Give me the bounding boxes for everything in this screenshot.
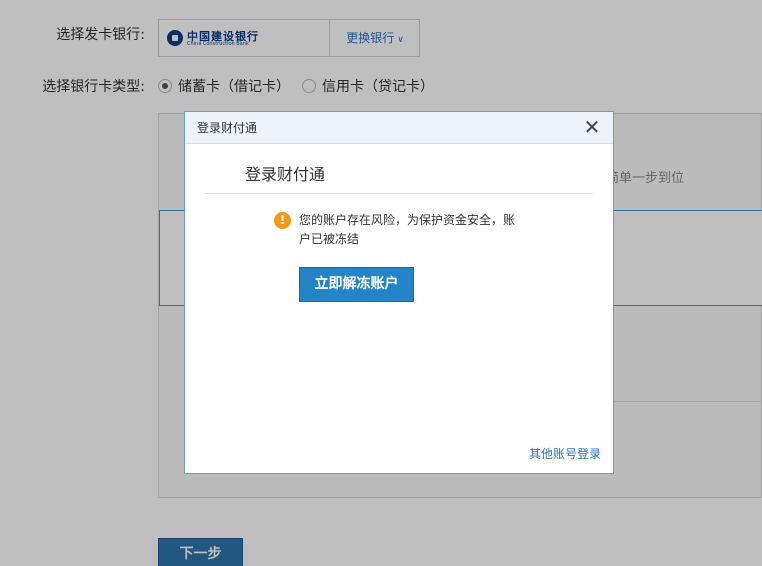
dialog-divider [205,193,593,194]
login-dialog: 登录财付通 ✕ 登录财付通 ! 您的账户存在风险，为保护资金安全，账户已被冻结 … [184,111,614,474]
dialog-heading: 登录财付通 [245,165,326,184]
warning-icon: ! [274,212,291,229]
dialog-header: 登录财付通 ✕ [185,112,613,144]
dialog-title: 登录财付通 [197,121,258,135]
close-icon[interactable]: ✕ [581,116,603,138]
unfreeze-account-button[interactable]: 立即解冻账户 [299,267,414,302]
warning-message: 您的账户存在风险，为保护资金安全，账户已被冻结 [299,213,516,246]
other-account-login-link[interactable]: 其他账号登录 [529,445,601,462]
